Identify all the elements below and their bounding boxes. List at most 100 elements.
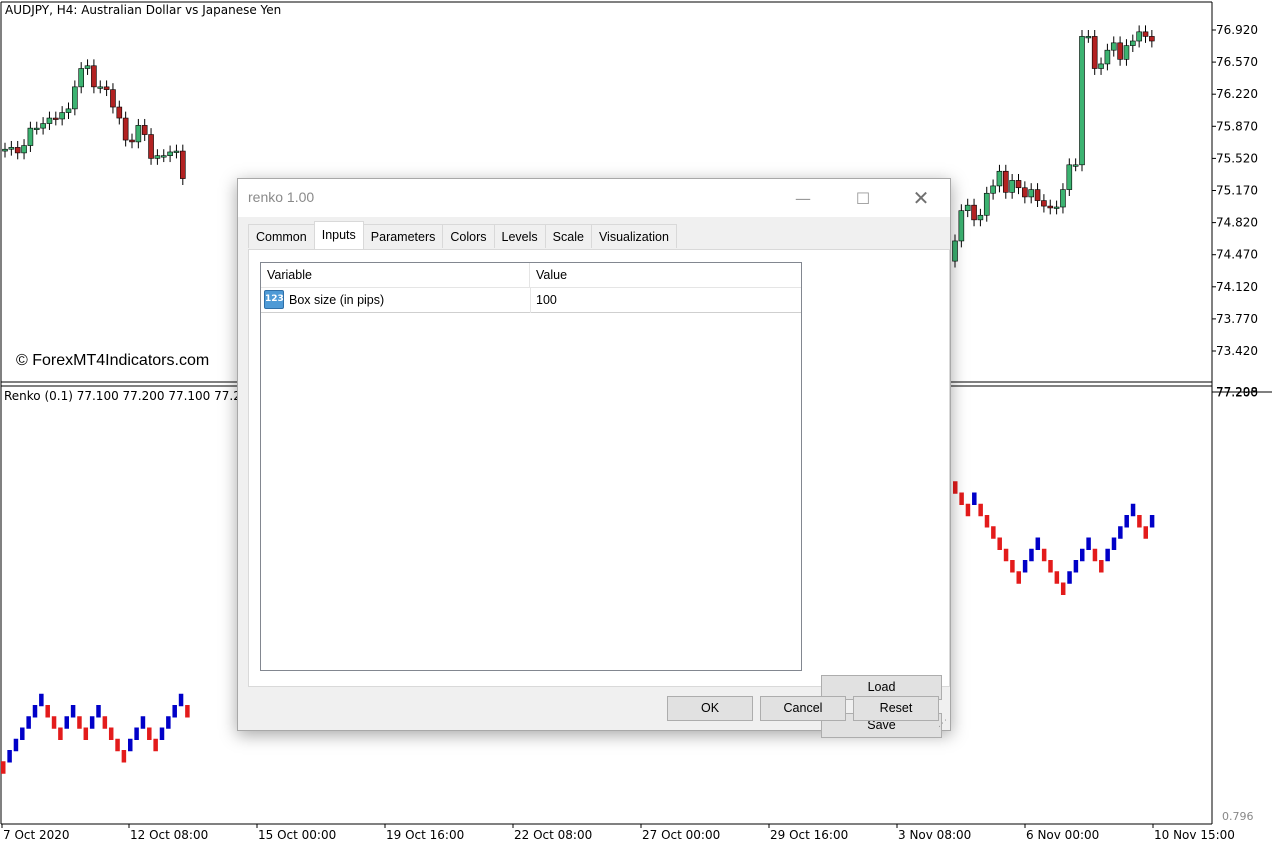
bull-candle bbox=[1130, 40, 1136, 46]
bull-candle bbox=[1072, 164, 1079, 167]
renko-down-brick bbox=[1099, 560, 1104, 573]
bear-candle bbox=[141, 125, 148, 135]
renko-properties-dialog[interactable]: renko 1.00 — ☐ ✕ Common Inputs Parameter… bbox=[237, 178, 951, 738]
column-header-value[interactable]: Value bbox=[530, 263, 801, 287]
dialog-titlebar[interactable]: renko 1.00 — ☐ ✕ bbox=[238, 179, 950, 217]
reset-button[interactable]: Reset bbox=[853, 696, 939, 721]
renko-up-brick bbox=[140, 716, 146, 729]
renko-up-brick bbox=[1035, 537, 1041, 550]
bull-candle bbox=[33, 127, 40, 130]
column-header-variable[interactable]: Variable bbox=[261, 263, 530, 287]
price-tick-label: 73.770 bbox=[1216, 312, 1258, 326]
renko-up-brick bbox=[166, 716, 171, 729]
renko-up-brick bbox=[96, 705, 101, 718]
bear-candle bbox=[52, 117, 59, 120]
cancel-button[interactable]: Cancel bbox=[760, 696, 846, 721]
bear-candle bbox=[129, 139, 135, 143]
renko-down-brick bbox=[1060, 582, 1066, 595]
time-tick-label: 3 Nov 08:00 bbox=[898, 828, 971, 842]
close-button[interactable]: ✕ bbox=[898, 179, 944, 217]
bull-candle bbox=[977, 214, 984, 221]
price-axis: 76.920 76.570 76.220 75.870 75.520 75.170 74.8… bbox=[1212, 23, 1258, 358]
resize-grip-icon[interactable]: ⋰ bbox=[938, 718, 948, 728]
bull-candle bbox=[72, 86, 78, 110]
time-tick-label: 12 Oct 08:00 bbox=[130, 828, 208, 842]
renko-up-brick bbox=[159, 727, 165, 740]
bull-candle bbox=[952, 240, 958, 262]
time-tick-label: 7 Oct 2020 bbox=[3, 828, 70, 842]
renko-down-brick bbox=[108, 727, 114, 740]
bull-candle bbox=[990, 185, 996, 194]
renko-up-brick bbox=[32, 705, 38, 718]
row-value-field[interactable]: 100 bbox=[536, 293, 557, 307]
bull-candle bbox=[78, 68, 84, 88]
renko-down-brick bbox=[121, 750, 127, 763]
bull-candle bbox=[1085, 36, 1092, 39]
bear-candle bbox=[1015, 180, 1022, 189]
bull-candle bbox=[21, 145, 27, 154]
bull-candle bbox=[996, 170, 1003, 187]
maximize-button[interactable]: ☐ bbox=[840, 179, 886, 217]
renko-down-brick bbox=[1143, 526, 1148, 539]
renko-down-brick bbox=[953, 481, 958, 494]
bear-candle bbox=[1091, 36, 1098, 69]
renko-up-brick bbox=[1118, 526, 1123, 539]
renko-down-brick bbox=[45, 705, 50, 718]
bear-candle bbox=[1034, 189, 1041, 201]
bull-candle bbox=[8, 147, 15, 150]
inputs-table[interactable]: Variable Value 123 Box size (in pips) 10… bbox=[260, 262, 802, 671]
ok-button[interactable]: OK bbox=[667, 696, 753, 721]
bear-candle bbox=[103, 86, 110, 90]
renko-down-brick bbox=[991, 526, 996, 539]
bull-candle bbox=[59, 112, 65, 120]
bull-candle bbox=[1009, 180, 1015, 193]
price-tick-label: 75.520 bbox=[1216, 151, 1258, 165]
renko-up-brick bbox=[1073, 560, 1079, 573]
bull-candle bbox=[1053, 206, 1060, 209]
time-tick-label: 10 Nov 15:00 bbox=[1154, 828, 1235, 842]
tab-inputs[interactable]: Inputs bbox=[313, 221, 364, 249]
tab-parameters[interactable]: Parameters bbox=[362, 224, 444, 248]
minimize-button[interactable]: — bbox=[780, 179, 826, 217]
bull-candle bbox=[1079, 36, 1085, 166]
renko-up-brick bbox=[128, 738, 133, 752]
renko-up-brick bbox=[7, 750, 12, 763]
tab-visualization[interactable]: Visualization bbox=[590, 224, 677, 248]
renko-up-brick bbox=[13, 738, 19, 752]
dialog-tabs: Common Inputs Parameters Colors Levels S… bbox=[248, 221, 677, 250]
integer-type-icon: 123 bbox=[264, 290, 284, 309]
bear-candle bbox=[1041, 200, 1047, 207]
renko-down-brick bbox=[58, 727, 63, 740]
renko-up-brick bbox=[1029, 548, 1034, 562]
bear-candle bbox=[1002, 170, 1009, 193]
renko-down-brick bbox=[1, 761, 6, 774]
dialog-title: renko 1.00 bbox=[248, 189, 315, 205]
time-tick-label: 29 Oct 16:00 bbox=[770, 828, 848, 842]
bull-candle bbox=[1060, 189, 1066, 208]
price-tick-label: 75.170 bbox=[1216, 184, 1258, 198]
price-tick-label: 76.920 bbox=[1216, 23, 1258, 37]
price-tick-label: 76.570 bbox=[1216, 55, 1258, 69]
renko-up-brick bbox=[1124, 515, 1129, 528]
maximize-icon: ☐ bbox=[855, 188, 871, 208]
tab-levels[interactable]: Levels bbox=[493, 224, 546, 248]
renko-up-brick bbox=[20, 727, 25, 740]
time-tick-label: 22 Oct 08:00 bbox=[514, 828, 592, 842]
table-row[interactable]: 123 Box size (in pips) 100 bbox=[261, 287, 801, 313]
renko-up-brick bbox=[1111, 537, 1117, 550]
bull-candle bbox=[97, 86, 104, 89]
bull-candle bbox=[173, 150, 180, 153]
bull-candle bbox=[2, 148, 8, 152]
renko-down-brick bbox=[997, 537, 1002, 550]
tab-common[interactable]: Common bbox=[248, 224, 315, 248]
bull-candle bbox=[1110, 42, 1117, 51]
renko-down-brick bbox=[115, 738, 120, 752]
bear-candle bbox=[116, 106, 123, 119]
renko-down-brick bbox=[1041, 548, 1047, 562]
bull-candle bbox=[135, 125, 142, 143]
renko-up-brick bbox=[172, 705, 177, 718]
tab-colors[interactable]: Colors bbox=[442, 224, 495, 248]
bear-candle bbox=[971, 204, 977, 221]
tab-scale[interactable]: Scale bbox=[544, 224, 592, 248]
bottom-right-readout: 0.796 bbox=[1222, 810, 1254, 823]
